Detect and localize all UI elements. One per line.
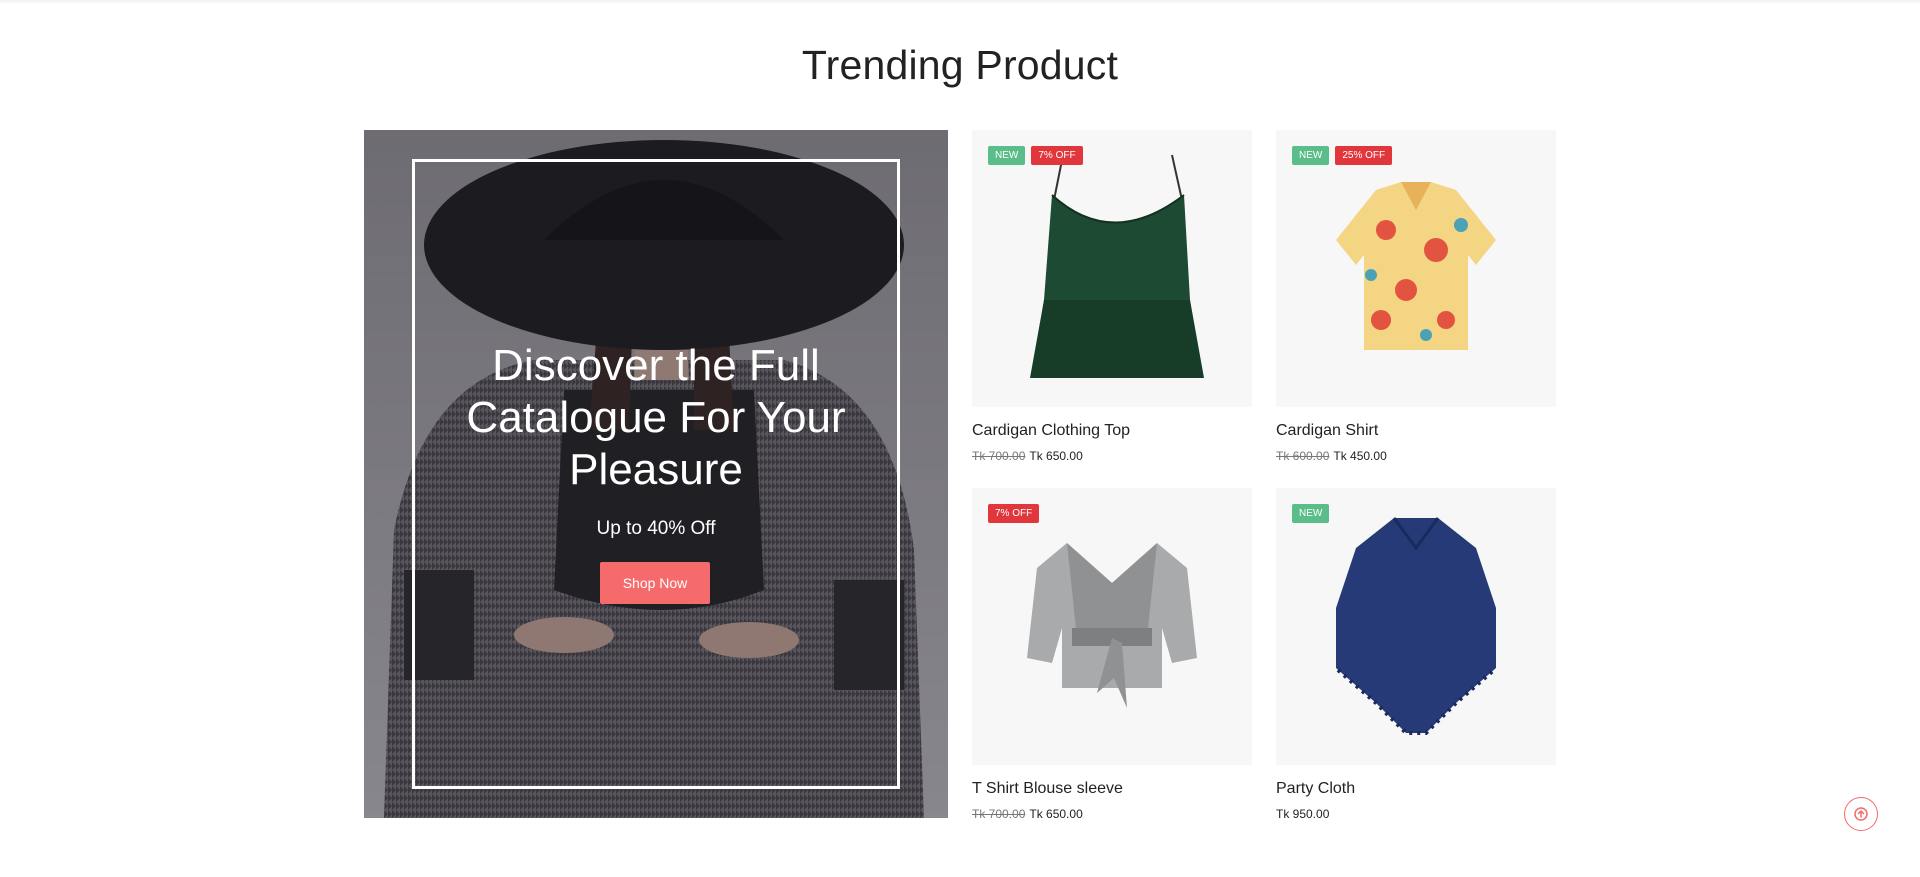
- header-shadow: [0, 0, 1920, 4]
- product-image[interactable]: NEW 7% OFF: [972, 130, 1252, 407]
- product-card[interactable]: NEW Party Cloth Tk 950.00: [1276, 488, 1556, 821]
- discount-badge: 25% OFF: [1335, 146, 1393, 165]
- grey-blouse-image: [1027, 543, 1197, 708]
- product-name[interactable]: T Shirt Blouse sleeve: [972, 780, 1252, 798]
- current-price: Tk 450.00: [1333, 449, 1387, 463]
- navy-poncho-image: [1336, 517, 1496, 735]
- discount-badge: 7% OFF: [988, 504, 1040, 523]
- floral-shirt-image: [1336, 182, 1496, 350]
- shop-now-button[interactable]: Shop Now: [600, 562, 710, 604]
- product-image[interactable]: NEW: [1276, 488, 1556, 765]
- banner-headline: Discover the Full Catalogue For Your Ple…: [466, 341, 846, 494]
- current-price: Tk 650.00: [1029, 807, 1083, 821]
- product-image[interactable]: NEW 25% OFF: [1276, 130, 1556, 407]
- product-price: Tk 700.00 Tk 650.00: [972, 807, 1252, 821]
- new-badge: NEW: [1292, 504, 1330, 523]
- product-card[interactable]: NEW 25% OFF Cardigan Shirt Tk 600.00 Tk 4…: [1276, 130, 1556, 463]
- product-name[interactable]: Cardigan Shirt: [1276, 422, 1556, 440]
- new-badge: NEW: [988, 146, 1026, 165]
- current-price: Tk 650.00: [1029, 449, 1083, 463]
- section-title: Trending Product: [801, 42, 1119, 88]
- banner-subtitle: Up to 40% Off: [596, 518, 716, 539]
- current-price: Tk 950.00: [1276, 807, 1330, 821]
- old-price: Tk 600.00: [1276, 449, 1330, 463]
- arrow-up-icon: [1854, 807, 1868, 821]
- old-price: Tk 700.00: [972, 449, 1026, 463]
- product-card[interactable]: NEW 7% OFF Cardigan Clothing Top Tk 700.…: [972, 130, 1252, 463]
- product-name[interactable]: Cardigan Clothing Top: [972, 422, 1252, 440]
- green-top-image: [1030, 154, 1204, 378]
- product-price: Tk 600.00 Tk 450.00: [1276, 449, 1556, 463]
- promo-banner[interactable]: Discover the Full Catalogue For Your Ple…: [364, 130, 948, 818]
- discount-badge: 7% OFF: [1031, 146, 1083, 165]
- product-name[interactable]: Party Cloth: [1276, 780, 1556, 798]
- product-image[interactable]: 7% OFF: [972, 488, 1252, 765]
- product-card[interactable]: 7% OFF T Shirt Blouse sleeve Tk 700.00 Tk…: [972, 488, 1252, 821]
- product-price: Tk 700.00 Tk 650.00: [972, 449, 1252, 463]
- product-price: Tk 950.00: [1276, 807, 1556, 821]
- scroll-to-top-button[interactable]: [1844, 797, 1878, 831]
- old-price: Tk 700.00: [972, 807, 1026, 821]
- new-badge: NEW: [1292, 146, 1330, 165]
